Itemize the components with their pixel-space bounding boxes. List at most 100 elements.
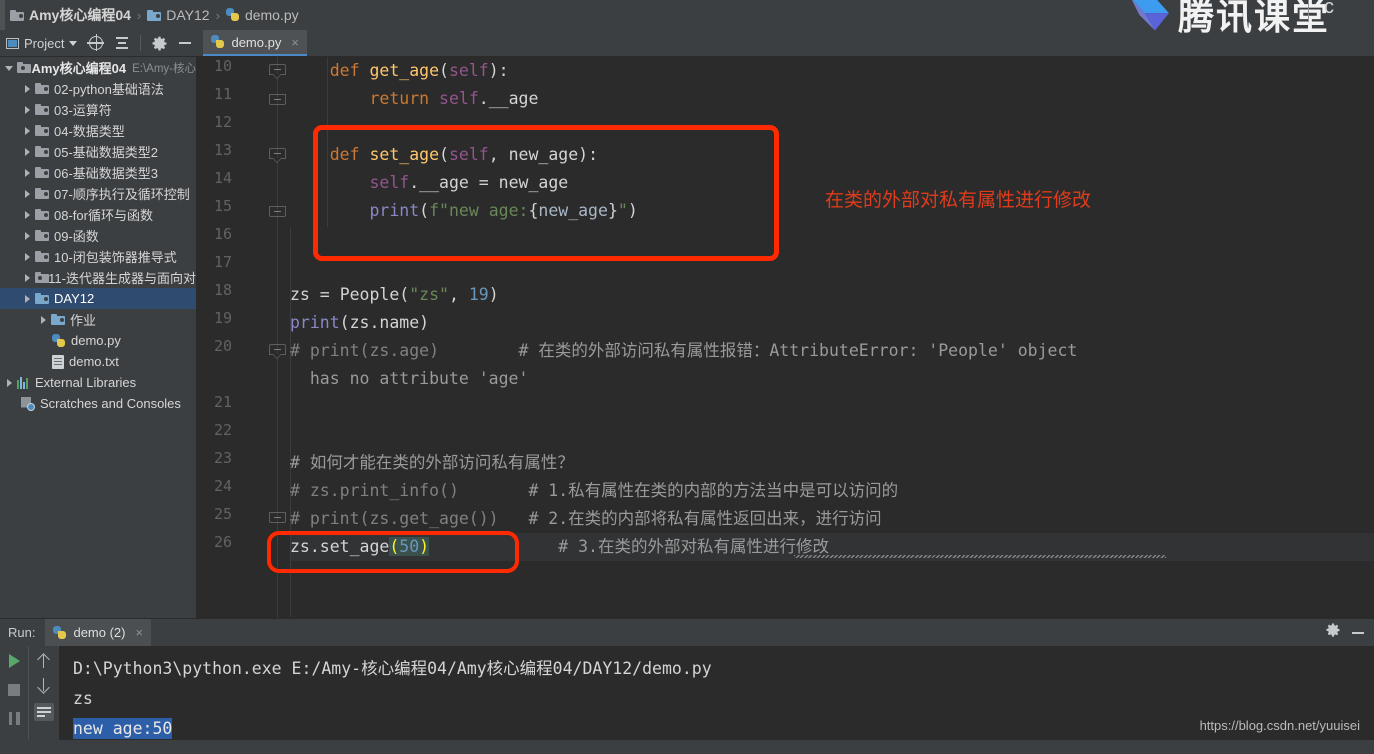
hide-icon[interactable]: [1352, 631, 1364, 634]
folder-icon: [10, 9, 24, 21]
tree-item-label: 08-for循环与函数: [54, 208, 153, 223]
fold-marker-line20[interactable]: [269, 344, 286, 359]
chevron-right-icon[interactable]: [22, 209, 34, 221]
code-comment-line25-note: # 2.在类的内部将私有属性返回出来，进行访问: [528, 509, 882, 528]
tree-item-07[interactable]: 07-顺序执行及循环控制: [0, 183, 196, 204]
tree-item-label: DAY12: [54, 291, 95, 306]
folder-blue-icon: [35, 293, 49, 304]
tree-item-04[interactable]: 04-数据类型: [0, 120, 196, 141]
console-controls-toolbar: [29, 646, 58, 754]
python-file-icon: [225, 8, 240, 22]
breadcrumb-item-file[interactable]: demo.py: [222, 7, 303, 23]
run-icon[interactable]: [8, 654, 20, 668]
code-self: self: [369, 173, 410, 192]
chevron-down-icon[interactable]: [4, 62, 16, 74]
folder-icon: [35, 83, 49, 94]
tree-item-10[interactable]: 10-闭包装饰器推导式: [0, 246, 196, 267]
tree-item-demo-py[interactable]: demo.py: [0, 330, 196, 351]
chevron-right-icon[interactable]: [22, 83, 34, 95]
run-controls-toolbar: [0, 646, 28, 754]
blog-url-watermark: https://blog.csdn.net/yuuisei: [1199, 718, 1360, 733]
folder-icon: [35, 125, 49, 136]
chevron-right-icon[interactable]: [22, 251, 34, 263]
annotation-text: 在类的外部对私有属性进行修改: [825, 189, 1092, 211]
tree-item-label: 03-运算符: [54, 103, 112, 118]
tree-item-09[interactable]: 09-函数: [0, 225, 196, 246]
code-comment-line26-note: # 3.在类的外部对私有属性进行修改: [558, 537, 829, 556]
line-number: 13: [213, 141, 232, 159]
fold-marker-line11[interactable]: [269, 94, 286, 109]
locate-icon: [87, 34, 105, 51]
line-number: 26: [213, 533, 232, 551]
tree-item-02-python[interactable]: 02-python基础语法: [0, 78, 196, 99]
pause-icon[interactable]: [8, 712, 20, 725]
chevron-right-icon[interactable]: [22, 167, 34, 179]
project-view-button[interactable]: Project: [0, 30, 83, 57]
chevron-right-icon[interactable]: [22, 104, 34, 116]
console-line: zs: [73, 689, 93, 708]
run-tab-label: demo (2): [73, 625, 126, 640]
breadcrumb-item-project[interactable]: Amy核心编程04: [6, 5, 135, 25]
code-comment-line23: # 如何才能在类的外部访问私有属性？: [290, 453, 574, 472]
editor-tab-demo-py[interactable]: demo.py ×: [203, 30, 307, 56]
code-fn-print: print: [369, 201, 420, 220]
code-comment-line24: # zs.print_info(): [290, 481, 459, 500]
project-tree[interactable]: Amy核心编程04 E:\Amy-核心 02-python基础语法 03-运算符…: [0, 57, 196, 618]
fold-marker-line25[interactable]: [269, 512, 286, 527]
chevron-right-icon[interactable]: [22, 188, 34, 200]
tree-item-root[interactable]: Amy核心编程04 E:\Amy-核心: [0, 57, 196, 78]
code-comment-line24-note: # 1.私有属性在类的内部的方法当中是可以访问的: [528, 481, 899, 500]
settings-gear-icon: [152, 36, 167, 51]
chevron-right-icon[interactable]: [22, 230, 34, 242]
tree-item-demo-txt[interactable]: demo.txt: [0, 351, 196, 372]
code-keyword-def: def: [329, 61, 360, 80]
locate-file-button[interactable]: [83, 30, 109, 57]
run-console-output[interactable]: D:\Python3\python.exe E:/Amy-核心编程04/Amy核…: [59, 646, 1374, 754]
tree-item-08[interactable]: 08-for循环与函数: [0, 204, 196, 225]
run-tab-demo[interactable]: demo (2) ×: [45, 618, 152, 647]
chevron-right-icon[interactable]: [22, 272, 34, 284]
tree-item-day12[interactable]: DAY12: [0, 288, 196, 309]
console-line: D:\Python3\python.exe E:/Amy-核心编程04/Amy核…: [73, 659, 712, 678]
tree-item-zuoye[interactable]: 作业: [0, 309, 196, 330]
breadcrumb-item-day12[interactable]: DAY12: [143, 7, 213, 23]
hide-panel-button[interactable]: [173, 30, 197, 57]
scroll-down-icon[interactable]: [37, 677, 51, 693]
scroll-up-icon[interactable]: [37, 653, 51, 669]
fold-marker-line10[interactable]: [269, 64, 286, 79]
code-editor[interactable]: 10 11 12 13 14 15 16 17 18 19 20 21 22 2…: [197, 57, 1374, 618]
code-self: self: [448, 61, 489, 80]
code-keyword-def: def: [329, 145, 360, 164]
tree-item-03[interactable]: 03-运算符: [0, 99, 196, 120]
collapse-all-icon: [115, 36, 129, 50]
tree-item-external-libraries[interactable]: External Libraries: [0, 372, 196, 393]
editor-gutter[interactable]: 10 11 12 13 14 15 16 17 18 19 20 21 22 2…: [197, 57, 290, 618]
breadcrumb-label: demo.py: [244, 7, 299, 23]
stop-icon[interactable]: [8, 684, 20, 696]
fold-marker-line15[interactable]: [269, 206, 286, 221]
fold-marker-line13[interactable]: [269, 148, 286, 163]
settings-gear-icon: [1326, 623, 1340, 637]
collapse-all-button[interactable]: [109, 30, 135, 57]
code-var-zs: zs: [290, 285, 310, 304]
line-number: 17: [213, 253, 232, 271]
soft-wrap-icon[interactable]: [33, 703, 54, 721]
close-icon[interactable]: ×: [136, 625, 144, 640]
chevron-right-icon[interactable]: [22, 125, 34, 137]
code-comment-line25: # print(zs.get_age()): [290, 509, 499, 528]
tree-item-scratches[interactable]: Scratches and Consoles: [0, 393, 196, 414]
tree-item-11[interactable]: 11-迭代器生成器与面向对: [0, 267, 196, 288]
chevron-right-icon[interactable]: [22, 293, 34, 305]
line-number: 22: [213, 421, 232, 439]
tree-item-05[interactable]: 05-基础数据类型2: [0, 141, 196, 162]
code-num-19: 19: [468, 285, 489, 304]
tree-item-label: Amy核心编程04: [31, 61, 127, 76]
close-icon[interactable]: ×: [291, 35, 299, 50]
settings-button[interactable]: [146, 30, 173, 57]
chevron-right-icon[interactable]: [4, 377, 16, 389]
chevron-right-icon[interactable]: [38, 314, 50, 326]
chevron-right-icon[interactable]: [22, 146, 34, 158]
code-content[interactable]: def get_age(self): return self.__age def…: [290, 57, 1374, 618]
run-settings-button[interactable]: [1326, 623, 1340, 642]
tree-item-06[interactable]: 06-基础数据类型3: [0, 162, 196, 183]
